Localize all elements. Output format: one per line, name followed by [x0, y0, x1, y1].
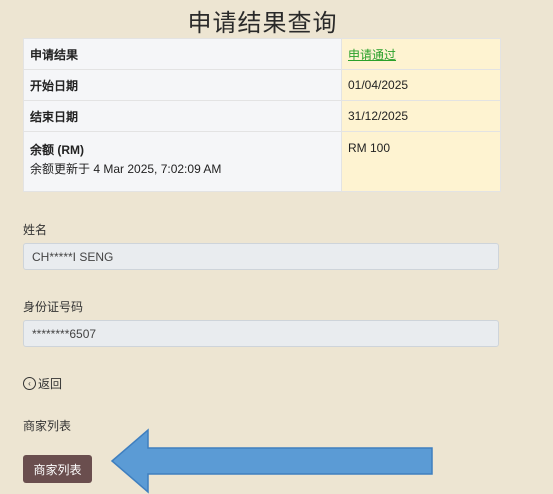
start-date-value: 01/04/2025 — [341, 69, 501, 101]
back-circle-icon: ‹ — [23, 377, 36, 390]
end-date-value: 31/12/2025 — [341, 100, 501, 132]
name-field: CH*****I SENG — [23, 243, 499, 270]
table-row: 开始日期 01/04/2025 — [23, 69, 501, 101]
table-row: 结束日期 31/12/2025 — [23, 100, 501, 132]
merchant-list-button[interactable]: 商家列表 — [23, 455, 92, 483]
id-number-field: ********6507 — [23, 320, 499, 347]
result-status-link[interactable]: 申请通过 — [348, 48, 396, 62]
balance-updated-note: 余额更新于 4 Mar 2025, 7:02:09 AM — [30, 162, 222, 176]
left-arrow-icon — [110, 428, 433, 494]
id-number-label: 身份证号码 — [23, 300, 84, 314]
result-label: 申请结果 — [23, 38, 342, 70]
table-row: 申请结果 申请通过 — [23, 38, 501, 70]
start-date-label: 开始日期 — [23, 69, 342, 101]
table-row: 余额 (RM) 余额更新于 4 Mar 2025, 7:02:09 AM RM … — [23, 131, 501, 192]
back-link[interactable]: ‹ 返回 — [23, 375, 62, 392]
page-title: 申请结果查询 — [187, 10, 338, 37]
result-value-cell: 申请通过 — [341, 38, 501, 70]
balance-label-cell: 余额 (RM) 余额更新于 4 Mar 2025, 7:02:09 AM — [23, 131, 342, 192]
balance-label: 余额 (RM) — [30, 143, 84, 157]
balance-value: RM 100 — [341, 131, 501, 192]
result-table: 申请结果 申请通过 开始日期 01/04/2025 结束日期 31/12/202… — [23, 38, 501, 192]
back-label: 返回 — [38, 377, 63, 391]
end-date-label: 结束日期 — [23, 100, 342, 132]
merchant-list-heading: 商家列表 — [23, 419, 72, 433]
name-label: 姓名 — [23, 223, 48, 237]
